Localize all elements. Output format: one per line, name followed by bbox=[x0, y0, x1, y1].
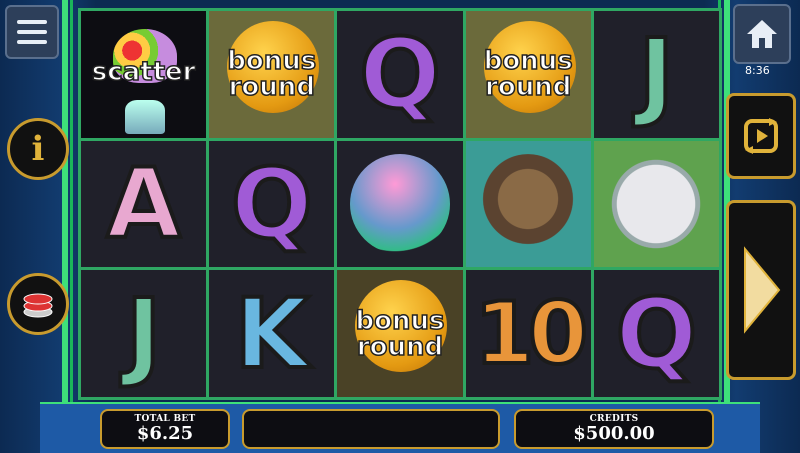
reel-grid: scatter bonus round Q bonus round J A Q … bbox=[78, 8, 722, 400]
symbol-scatter: scatter bbox=[81, 11, 207, 138]
symbol-q: Q bbox=[593, 270, 719, 397]
symbol-10: 10 bbox=[465, 270, 591, 397]
bonus-label: bonus round bbox=[483, 46, 573, 103]
total-bet-value: $6.25 bbox=[136, 423, 194, 444]
letter-q: Q bbox=[357, 18, 443, 131]
home-button[interactable] bbox=[733, 4, 791, 64]
left-border-stripe-inner bbox=[70, 0, 73, 453]
symbol-rabbit bbox=[593, 140, 719, 268]
symbol-j: J bbox=[593, 11, 719, 138]
bonus-line-1: bonus bbox=[483, 46, 573, 77]
info-button[interactable]: i bbox=[7, 118, 69, 180]
home-icon bbox=[747, 20, 777, 48]
sundae-glass bbox=[125, 99, 165, 134]
menu-line bbox=[17, 30, 47, 34]
coin-stack-icon bbox=[23, 293, 53, 318]
info-icon: i bbox=[31, 129, 45, 169]
symbol-cat bbox=[465, 140, 591, 268]
letter-a: A bbox=[104, 147, 182, 260]
spin-button[interactable] bbox=[726, 200, 796, 380]
autoplay-icon bbox=[744, 118, 778, 154]
letter-k: K bbox=[233, 277, 311, 390]
total-bet-panel[interactable]: TOTAL BET $6.25 bbox=[100, 409, 230, 449]
rabbit-icon bbox=[606, 153, 707, 254]
symbol-a: A bbox=[81, 140, 207, 268]
symbol-k: K bbox=[209, 270, 335, 397]
scatter-label: scatter bbox=[91, 57, 196, 89]
symbol-q: Q bbox=[209, 140, 335, 268]
menu-line bbox=[17, 40, 47, 44]
credits-panel: CREDITS $500.00 bbox=[514, 409, 714, 449]
message-panel bbox=[242, 409, 500, 449]
letter-j: J bbox=[637, 18, 677, 131]
hamburger-menu-icon bbox=[17, 20, 47, 24]
bet-button[interactable] bbox=[7, 273, 69, 335]
symbol-bonus-round: bonus round bbox=[209, 11, 335, 138]
symbol-bonus-round: bonus round bbox=[465, 11, 591, 138]
bonus-line-1: bonus bbox=[355, 305, 445, 336]
parrot-icon bbox=[349, 153, 450, 254]
credits-value: $500.00 bbox=[573, 423, 655, 444]
autoplay-button[interactable] bbox=[726, 93, 796, 179]
letter-q: Q bbox=[229, 147, 315, 260]
bonus-label: bonus round bbox=[355, 305, 445, 362]
letter-q: Q bbox=[614, 277, 700, 390]
symbol-bonus-round: bonus round bbox=[337, 270, 463, 397]
left-border-stripe bbox=[62, 0, 68, 453]
menu-button[interactable] bbox=[5, 5, 59, 59]
bonus-line-2: round bbox=[356, 331, 444, 362]
bonus-line-1: bonus bbox=[227, 46, 317, 77]
bonus-line-2: round bbox=[228, 72, 316, 103]
bonus-label: bonus round bbox=[227, 46, 317, 103]
bonus-line-2: round bbox=[484, 72, 572, 103]
clock-display: 8:36 bbox=[745, 64, 770, 77]
play-arrow-icon bbox=[744, 246, 781, 334]
symbol-j: J bbox=[81, 270, 207, 397]
cheshire-cat-icon bbox=[478, 153, 579, 254]
number-10: 10 bbox=[472, 283, 590, 384]
symbol-q: Q bbox=[337, 11, 463, 138]
letter-j: J bbox=[124, 277, 164, 390]
symbol-parrot bbox=[337, 140, 463, 268]
